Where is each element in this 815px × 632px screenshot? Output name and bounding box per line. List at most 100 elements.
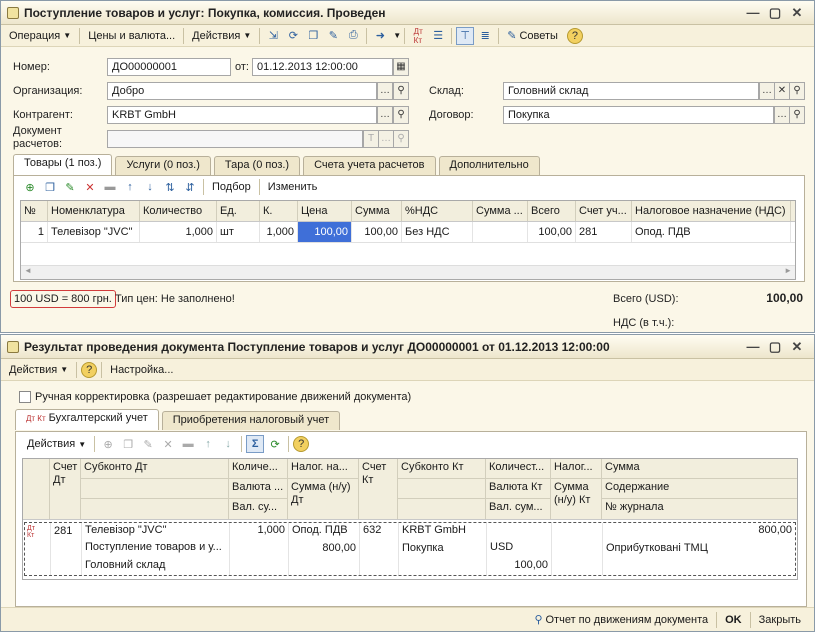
go-to-icon[interactable]: ➜	[371, 27, 389, 45]
contract-field[interactable]: Покупка	[503, 106, 774, 124]
cell-tax-dt[interactable]: Опод. ПДВ	[289, 523, 359, 541]
edit-icon[interactable]: ✎	[61, 178, 79, 196]
selection-button[interactable]: Подбор	[207, 177, 256, 197]
tab-tax-accounting[interactable]: Приобретения налоговый учет	[161, 411, 341, 430]
help-icon[interactable]: ?	[293, 436, 310, 452]
cell-cur-sum-kt[interactable]: 100,00	[487, 558, 551, 575]
cell-tax-purpose[interactable]: Опод. ПДВ	[632, 222, 791, 242]
col-content[interactable]: Содержание	[602, 479, 797, 499]
settlement-search-icon[interactable]: ⚲	[393, 130, 409, 148]
org-search-icon[interactable]: ⚲	[393, 82, 409, 100]
col-tax-sum-dt[interactable]: Сумма (н/у) Дт	[288, 479, 358, 519]
contractor-field[interactable]: KRBT GmbH	[107, 106, 377, 124]
calendar-icon[interactable]: ▦	[393, 58, 409, 76]
change-button[interactable]: Изменить	[263, 177, 323, 197]
col-tax-kt[interactable]: Налог...	[551, 459, 601, 479]
entries-actions-menu[interactable]: Действия ▼	[22, 434, 91, 454]
settings-button[interactable]: Настройка...	[105, 360, 178, 380]
sort-asc-icon[interactable]: ⇅	[161, 178, 179, 196]
post-icon[interactable]: ✎	[324, 27, 342, 45]
col-tax-dt[interactable]: Налог. на...	[288, 459, 358, 479]
move-down-icon[interactable]: ↓	[219, 435, 237, 453]
cell-price[interactable]: 100,00	[298, 222, 352, 242]
col-cur-sum-dt[interactable]: Вал. су...	[229, 499, 287, 519]
tab-goods[interactable]: Товары (1 поз.)	[13, 154, 113, 175]
edit-icon[interactable]: ✎	[139, 435, 157, 453]
tab-accounting[interactable]: Дт Кт Бухгалтерский учет	[15, 409, 159, 430]
table-row[interactable]: Дт Кт 281 Телевізор "JVC" Поступление тов…	[24, 522, 796, 576]
cell-subconto-dt-3[interactable]: Головний склад	[82, 558, 229, 575]
price-type-link[interactable]: Тип цен: Не заполнено!	[115, 293, 235, 305]
horizontal-scrollbar[interactable]: ◄ ►	[21, 265, 795, 279]
number-field[interactable]: ДО00000001	[107, 58, 231, 76]
col-tax-purpose[interactable]: Налоговое назначение (НДС)	[632, 201, 791, 221]
help-icon[interactable]: ?	[566, 27, 583, 44]
cell-account[interactable]: 281	[576, 222, 632, 242]
col-journal[interactable]: № журнала	[602, 499, 797, 519]
minimize-icon[interactable]: —	[742, 339, 764, 354]
tree-icon[interactable]: ⊤	[456, 26, 475, 45]
cell-account-kt[interactable]: 632	[360, 523, 399, 575]
warehouse-field[interactable]: Головний склад	[503, 82, 759, 100]
cell-total[interactable]: 100,00	[528, 222, 576, 242]
copy-row-icon[interactable]: ❐	[41, 178, 59, 196]
close-icon[interactable]: ✕	[786, 5, 808, 21]
cell-unit[interactable]: шт	[217, 222, 260, 242]
col-currency-dt[interactable]: Валюта ...	[229, 479, 287, 499]
cell-subconto-kt-1[interactable]: KRBT GmbH	[399, 523, 486, 541]
structure-icon[interactable]: ☰	[429, 27, 447, 45]
settlement-field[interactable]	[107, 130, 363, 148]
close-button[interactable]: Закрыть	[754, 610, 806, 630]
prices-button[interactable]: Цены и валюта...	[83, 26, 180, 46]
col-price[interactable]: Цена	[298, 201, 352, 221]
print-icon[interactable]: ⎙	[344, 27, 362, 45]
settlement-type-icon[interactable]: T	[363, 130, 379, 148]
warehouse-clear-icon[interactable]: ✕	[774, 82, 790, 100]
col-quantity[interactable]: Количество	[140, 201, 217, 221]
sort-desc-icon[interactable]: ⇵	[181, 178, 199, 196]
dt-kt-icon[interactable]: Дт Кт	[409, 27, 427, 45]
col-sum[interactable]: Сумма	[352, 201, 402, 221]
maximize-icon[interactable]: ▢	[764, 5, 786, 21]
col-unit[interactable]: Ед.	[217, 201, 260, 221]
move-up-icon[interactable]: ↑	[121, 178, 139, 196]
cell-coef[interactable]: 1,000	[260, 222, 298, 242]
operation-menu[interactable]: Операция ▼	[4, 26, 76, 46]
col-account[interactable]: Счет уч...	[576, 201, 632, 221]
result-actions-menu[interactable]: Действия ▼	[4, 360, 73, 380]
copy-row-icon[interactable]: ❐	[119, 435, 137, 453]
refresh-icon[interactable]: ⟳	[266, 435, 284, 453]
cell-tax-sum-dt[interactable]: 800,00	[289, 541, 359, 559]
col-currency-kt[interactable]: Валюта Кт	[486, 479, 550, 499]
warehouse-search-icon[interactable]: ⚲	[789, 82, 805, 100]
contractor-search-icon[interactable]: ⚲	[393, 106, 409, 124]
actions-menu[interactable]: Действия ▼	[187, 26, 256, 46]
tab-additional[interactable]: Дополнительно	[438, 156, 540, 175]
col-nomenclature[interactable]: Номенклатура	[48, 201, 140, 221]
cell-currency-kt[interactable]: USD	[487, 540, 551, 557]
cell-vat-rate[interactable]: Без НДС	[402, 222, 473, 242]
add-icon[interactable]: ⊕	[99, 435, 117, 453]
col-account-dt[interactable]: Счет Дт	[50, 459, 81, 519]
refresh-icon[interactable]: ⟳	[284, 27, 302, 45]
col-subconto-kt[interactable]: Субконто Кт	[398, 459, 485, 479]
cell-subconto-dt-1[interactable]: Телевізор "JVC"	[82, 523, 229, 540]
contract-choose-icon[interactable]: …	[774, 106, 790, 124]
date-field[interactable]: 01.12.2013 12:00:00	[252, 58, 393, 76]
tab-accounts[interactable]: Счета учета расчетов	[303, 156, 436, 175]
advices-button[interactable]: ✎ Советы	[502, 26, 563, 46]
report-button[interactable]: ⚲ Отчет по движениям документа	[529, 610, 713, 630]
settlement-choose-icon[interactable]: …	[378, 130, 394, 148]
cell-qty-dt[interactable]: 1,000	[230, 523, 289, 575]
minimize-icon[interactable]: —	[742, 5, 764, 20]
go-to-dropdown-icon[interactable]: ▼	[393, 31, 401, 40]
copy-icon[interactable]: ❐	[304, 27, 322, 45]
end-edit-icon[interactable]: ▬	[179, 435, 197, 453]
col-tax-sum-kt[interactable]: Сумма (н/у) Кт	[551, 479, 601, 519]
tab-services[interactable]: Услуги (0 поз.)	[115, 156, 211, 175]
move-down-icon[interactable]: ↓	[141, 178, 159, 196]
maximize-icon[interactable]: ▢	[764, 339, 786, 355]
col-cur-sum-kt[interactable]: Вал. сум...	[486, 499, 550, 519]
col-coef[interactable]: К.	[260, 201, 298, 221]
col-subconto-dt[interactable]: Субконто Дт	[81, 459, 228, 479]
